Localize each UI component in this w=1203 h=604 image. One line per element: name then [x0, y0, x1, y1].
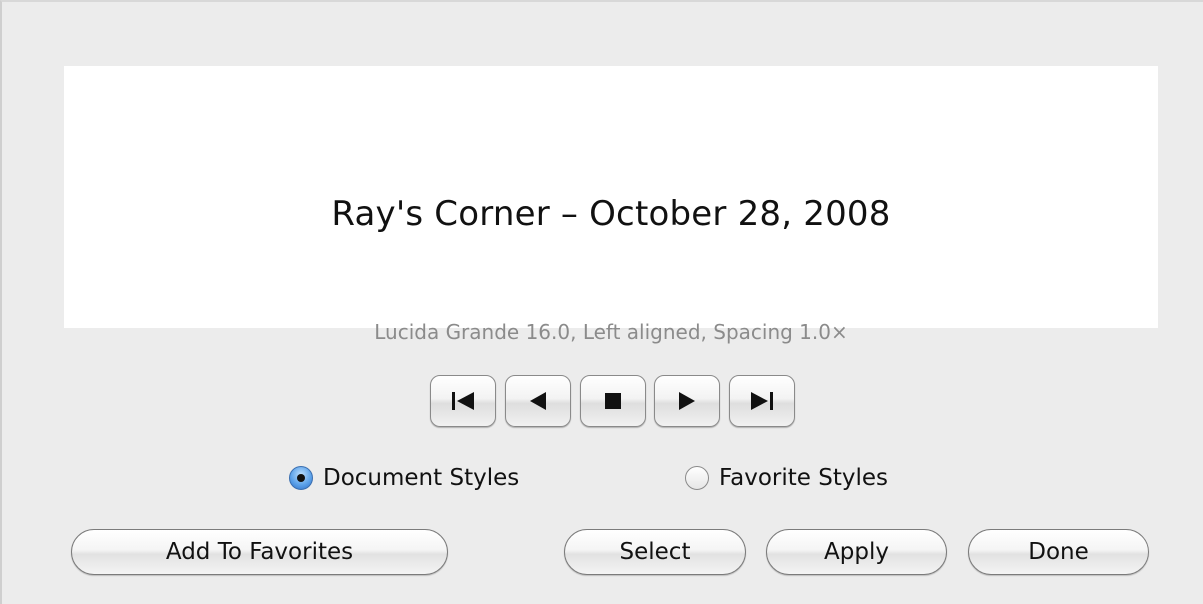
preview-sample-text: Ray's Corner – October 28, 2008	[331, 194, 891, 234]
favorite-styles-option[interactable]: Favorite Styles	[685, 461, 888, 495]
play-next-icon	[675, 389, 699, 413]
skip-to-last-icon	[747, 389, 777, 413]
document-styles-option[interactable]: Document Styles	[289, 461, 519, 495]
favorite-styles-radio[interactable]	[685, 466, 709, 490]
preview-style-description: Lucida Grande 16.0, Left aligned, Spacin…	[374, 320, 848, 344]
previous-style-button[interactable]	[505, 375, 571, 427]
apply-button[interactable]: Apply	[766, 529, 947, 575]
select-button[interactable]: Select	[564, 529, 746, 575]
done-button[interactable]: Done	[968, 529, 1149, 575]
style-preview-panel: Ray's Corner – October 28, 2008 Lucida G…	[0, 0, 1203, 604]
add-to-favorites-button[interactable]: Add To Favorites	[71, 529, 448, 575]
skip-to-first-icon	[448, 389, 478, 413]
style-preview-area: Ray's Corner – October 28, 2008 Lucida G…	[64, 66, 1158, 344]
document-styles-radio[interactable]	[289, 466, 313, 490]
last-style-button[interactable]	[729, 375, 795, 427]
favorite-styles-label: Favorite Styles	[719, 465, 888, 491]
first-style-button[interactable]	[430, 375, 496, 427]
stop-icon	[601, 389, 625, 413]
play-previous-icon	[526, 389, 550, 413]
document-styles-label: Document Styles	[323, 465, 520, 491]
next-style-button[interactable]	[654, 375, 720, 427]
stop-button[interactable]	[580, 375, 646, 427]
